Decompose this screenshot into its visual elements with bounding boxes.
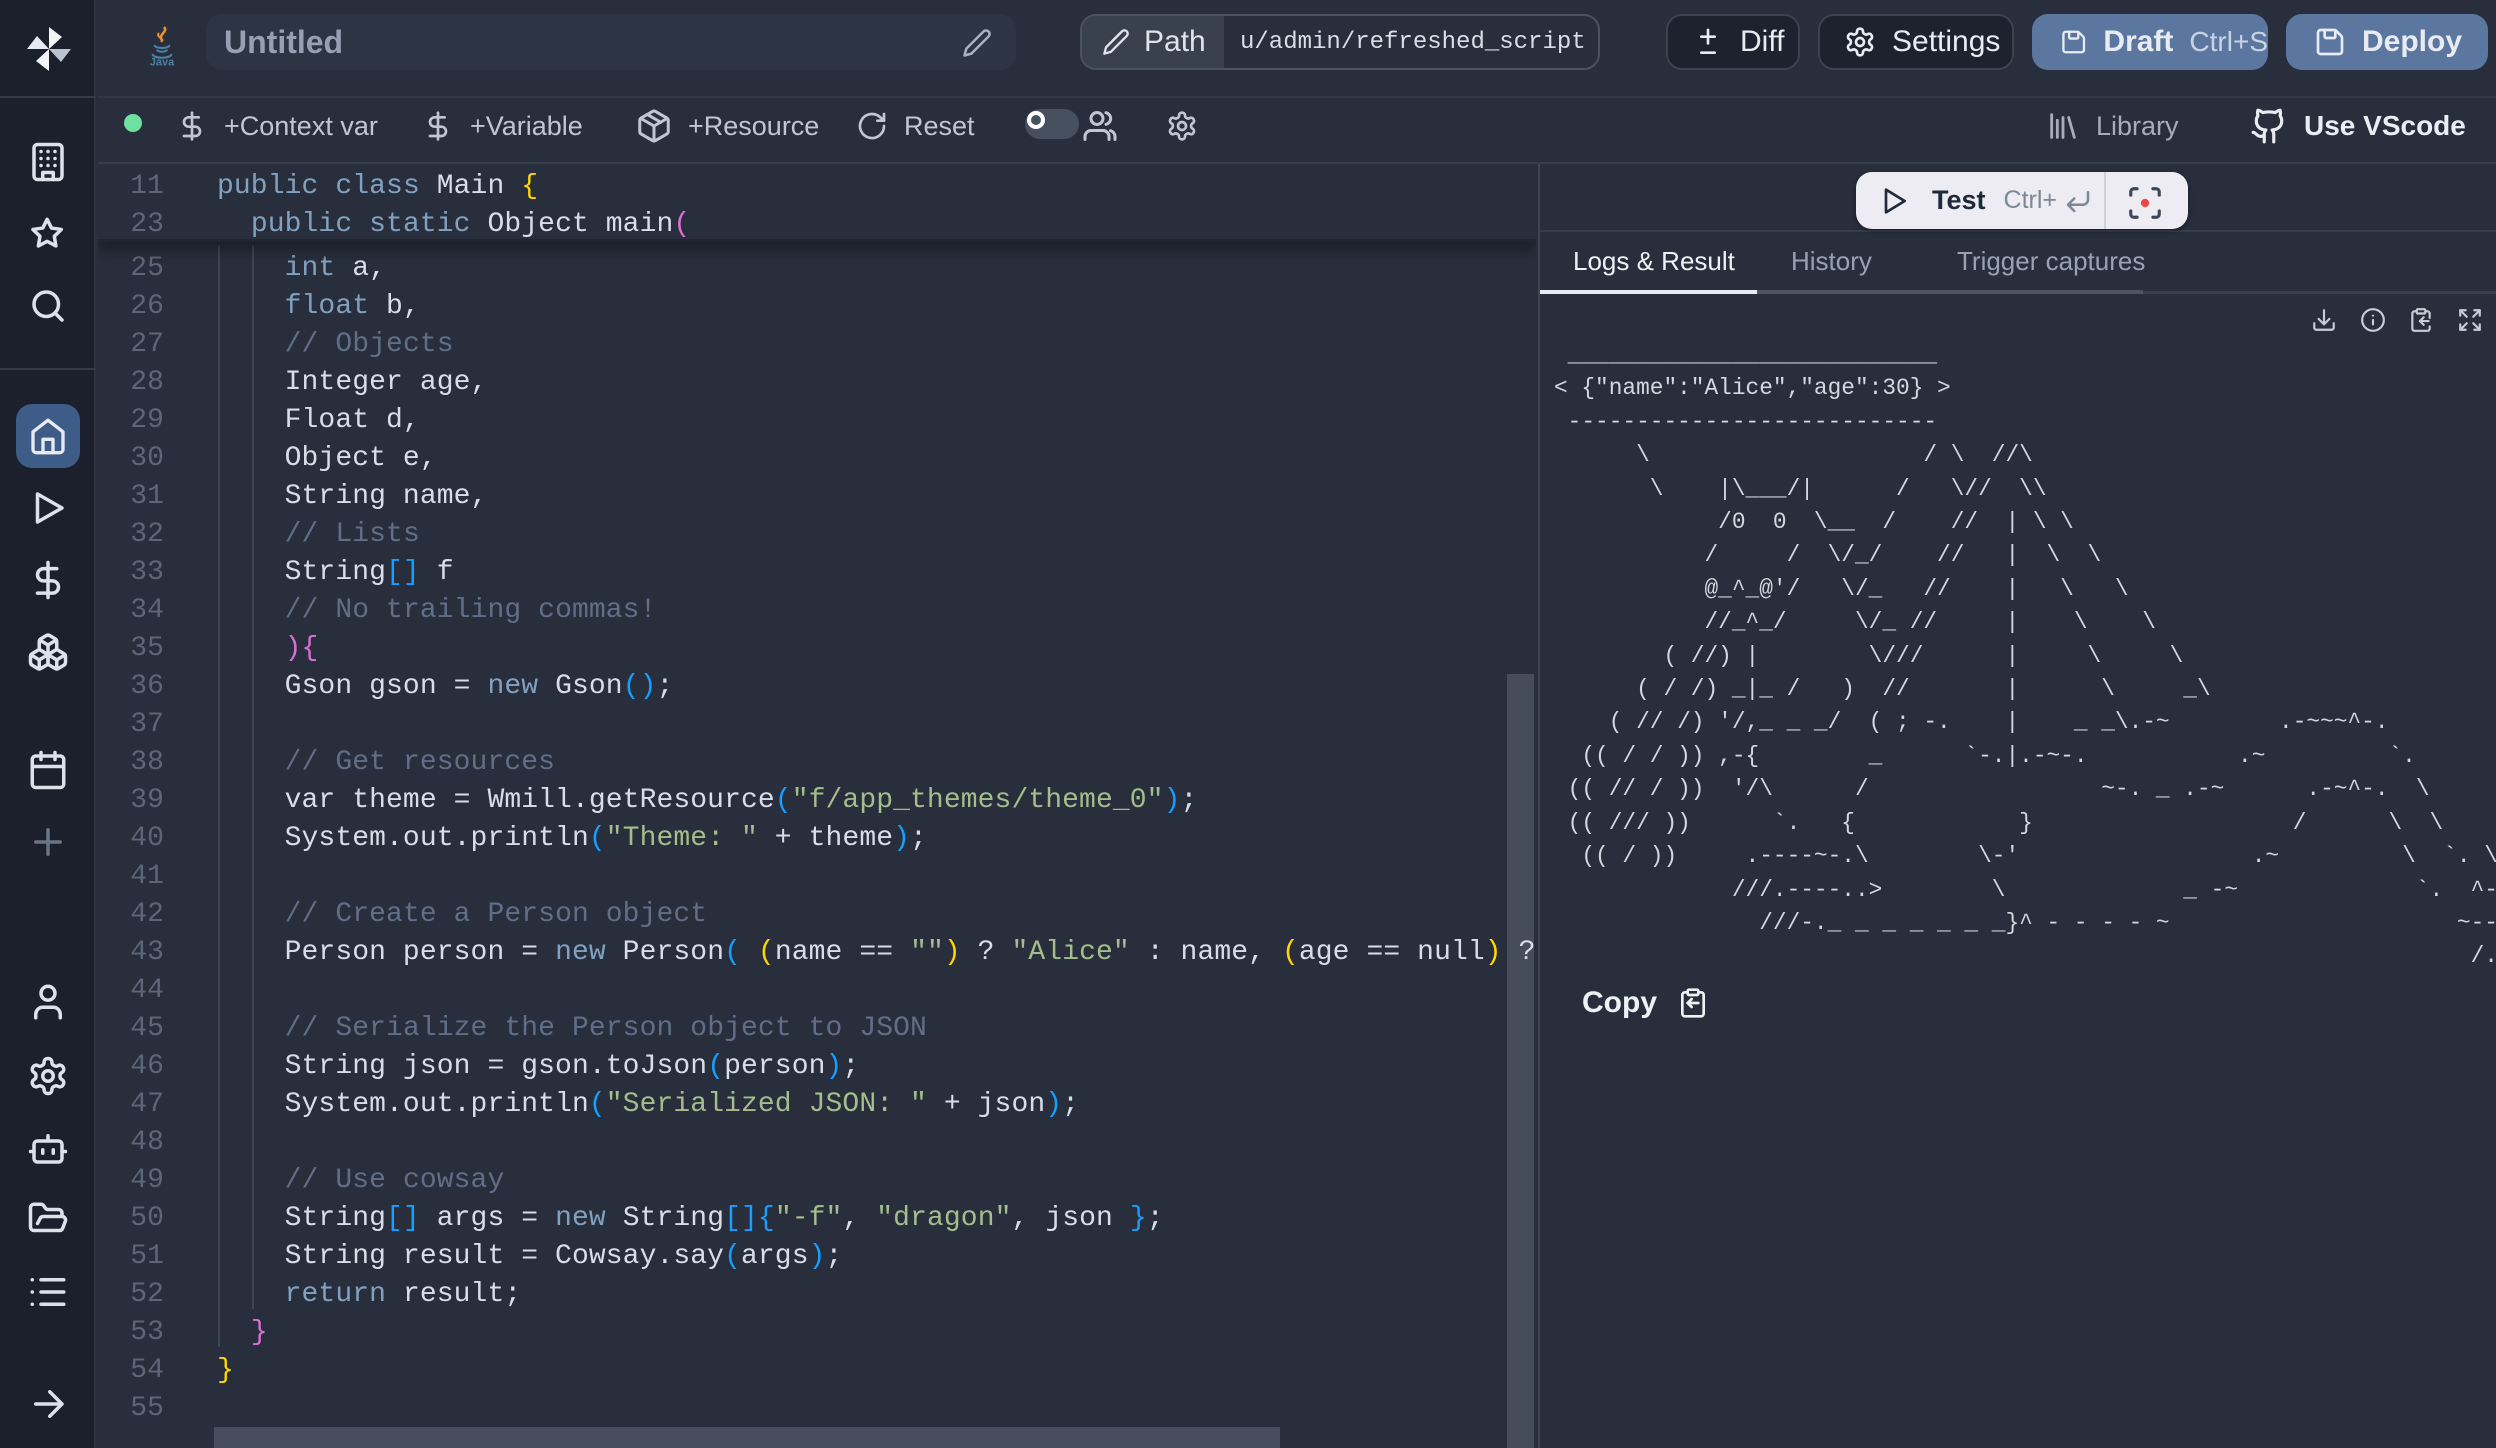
svg-text:Java: Java [150,57,175,67]
